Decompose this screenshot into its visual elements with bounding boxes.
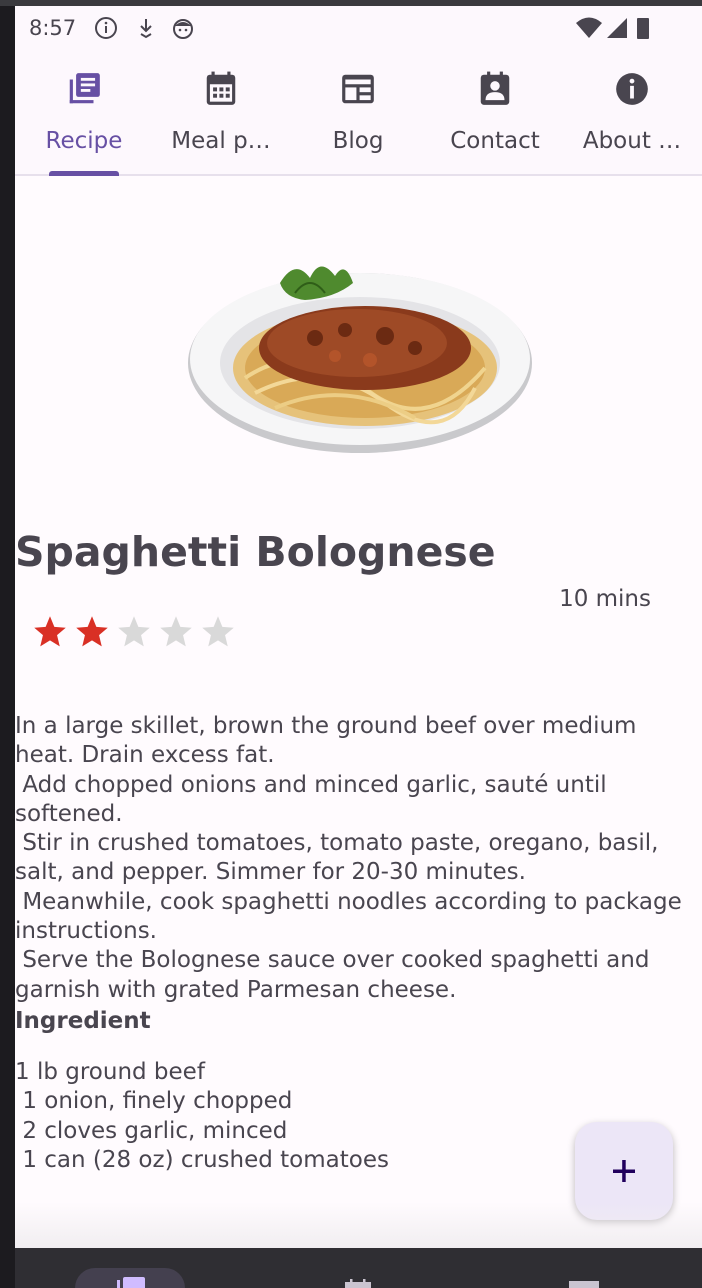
info-icon [616,73,648,105]
top-tab-bar: Recipe Meal p… Blog Contact About … [15,50,702,176]
star-empty-icon[interactable] [200,614,236,650]
tab-blog[interactable]: Blog [289,50,427,174]
download-icon [140,19,152,39]
tab-label-recipe: Recipe [45,128,123,154]
wifi-icon [576,17,602,38]
tab-label-about: About … [582,128,682,154]
tab-meal-plan[interactable]: Meal p… [152,50,290,174]
star-filled-icon[interactable] [74,614,110,650]
signal-icon [607,18,627,38]
cook-time: 10 mins [559,586,651,612]
tab-label-blog: Blog [332,128,384,154]
tab-label-meal-plan: Meal p… [171,128,271,154]
battery-icon [637,18,649,39]
ingredient-heading: Ingredient [15,1008,151,1034]
contact-card-icon [480,71,510,105]
scroll-fade [15,1202,702,1248]
face-icon [173,19,193,39]
tab-recipe[interactable]: Recipe [15,50,153,176]
bottom-navigation-bar [15,1248,702,1288]
ingredient-list: 1 lb ground beef 1 onion, finely chopped… [15,1059,389,1173]
blog-icon[interactable] [567,1276,601,1288]
blog-icon [342,74,374,104]
star-filled-icon[interactable] [32,614,68,650]
status-bar: 8:57 [15,6,702,50]
rating-stars [32,614,242,656]
recipe-book-icon[interactable] [113,1276,147,1288]
tab-about[interactable]: About … [563,50,701,174]
star-empty-icon[interactable] [158,614,194,650]
info-circle-icon [95,17,117,39]
calendar-icon [206,71,236,105]
app-screen: 8:57 Recipe Meal p… Blog Contact About …… [15,6,702,1288]
device-left-edge [0,6,15,1288]
active-tab-indicator [49,171,119,176]
star-empty-icon[interactable] [116,614,152,650]
tab-contact[interactable]: Contact [426,50,564,174]
tab-label-contact: Contact [450,128,540,154]
calendar-icon[interactable] [341,1276,375,1288]
recipe-book-icon [69,73,100,104]
spaghetti-image [188,266,532,453]
recipe-title: Spaghetti Bolognese [15,528,496,576]
status-time: 8:57 [29,16,77,40]
recipe-instructions: In a large skillet, brown the ground bee… [15,713,682,1003]
